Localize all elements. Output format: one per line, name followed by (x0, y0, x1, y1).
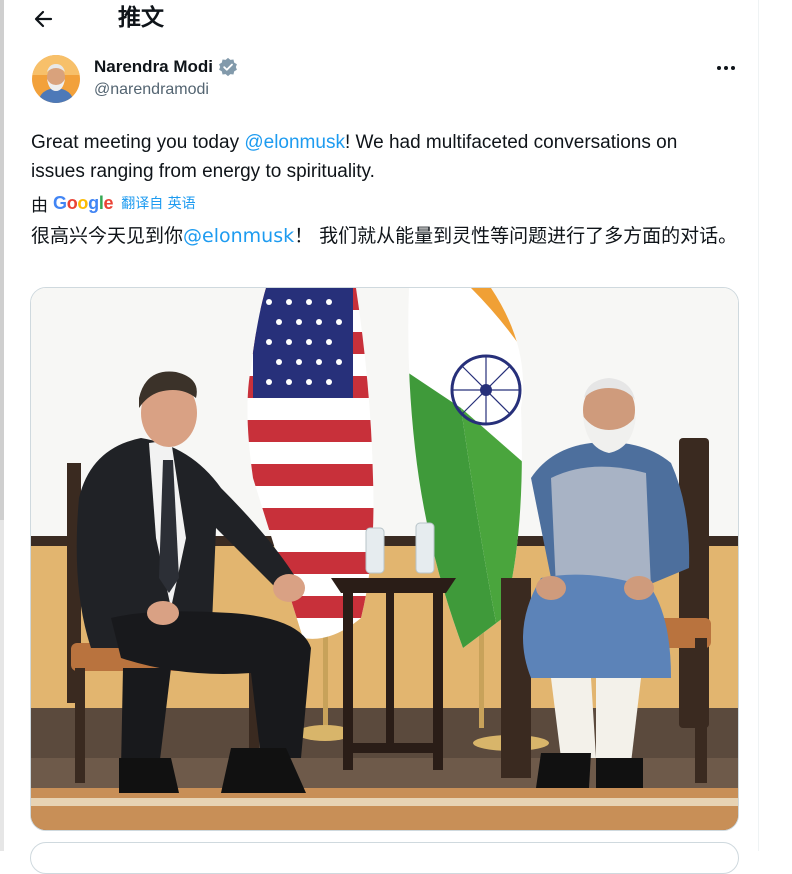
arrow-left-icon (34, 10, 53, 28)
page-title: 推文 (118, 5, 164, 31)
translated-mention-link[interactable]: @elonmusk (183, 225, 294, 247)
top-bar: 推文 (20, 0, 740, 40)
next-tweet-card-edge (30, 842, 739, 874)
more-options-button[interactable] (712, 58, 742, 78)
back-button[interactable] (28, 4, 58, 34)
mention-link[interactable]: @elonmusk (244, 132, 345, 153)
translation-attribution: 由 Google 翻译自 英语 (31, 191, 196, 216)
translated-text-part: 很高兴今天见到你 (31, 225, 184, 247)
more-horizontal-icon (717, 66, 735, 70)
tweet-text-part: Great meeting you today (31, 132, 245, 153)
translated-text: 很高兴今天见到你@elonmusk！ 我们就从能量到灵性等问题进行了多方面的对话… (31, 223, 741, 249)
scrollbar-thumb[interactable] (0, 0, 4, 520)
translate-source-link[interactable]: 翻译自 英语 (121, 193, 195, 213)
translated-by-label: 由 (31, 195, 48, 216)
avatar-image (32, 55, 80, 103)
translated-text-part: ！ 我们就从能量到灵性等问题进行了多方面的对话。 (294, 225, 738, 247)
verified-badge-icon[interactable] (218, 57, 238, 77)
author-handle[interactable]: @narendramodi (94, 81, 209, 99)
window-edge (0, 0, 4, 851)
author-name-row: Narendra Modi (94, 56, 238, 78)
author-name[interactable]: Narendra Modi (94, 57, 213, 77)
google-logo: Google (53, 192, 114, 213)
column-divider (758, 0, 759, 851)
meeting-photo (31, 288, 738, 830)
tweet-photo[interactable] (30, 287, 739, 831)
tweet-text: Great meeting you today @elonmusk! We ha… (31, 128, 731, 186)
avatar[interactable] (32, 55, 80, 103)
